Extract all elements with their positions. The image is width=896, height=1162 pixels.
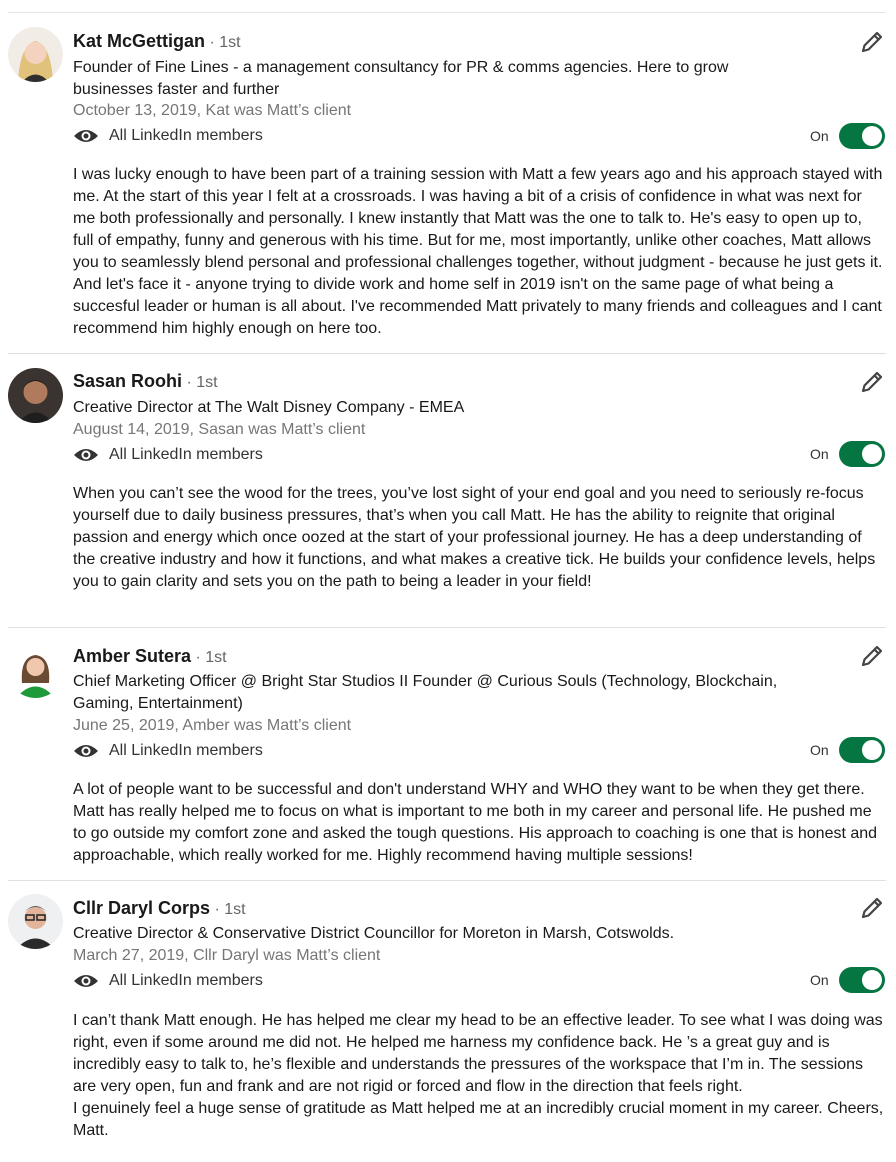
connection-degree: · 1st [186,374,218,391]
recommendation-text: I was lucky enough to have been part of … [73,166,887,337]
member-name[interactable]: Kat McGettigan [73,31,205,51]
visibility-setting: All LinkedIn members [73,969,263,993]
member-headline: Creative Director & Conservative Distric… [73,925,675,942]
member-headline: Founder of Fine Lines - a management con… [73,59,729,98]
member-name[interactable]: Cllr Daryl Corps [73,898,210,918]
recommendation-date: August 14, 2019, Sasan was Matt’s client [73,421,366,438]
toggle-label: On [810,446,829,462]
divider [8,353,886,354]
name-line: Cllr Daryl Corps · 1st [73,898,246,922]
visibility-toggle[interactable] [838,967,885,993]
member-headline: Chief Marketing Officer @ Bright Star St… [73,673,778,712]
avatar[interactable] [8,368,63,423]
visibility-label: All LinkedIn members [109,742,263,759]
visibility-setting: All LinkedIn members [73,443,263,467]
pencil-icon[interactable] [858,28,886,56]
connection-degree: · 1st [195,649,227,666]
eye-icon [74,745,98,757]
recommendation-text: When you can’t see the wood for the tree… [73,485,880,590]
member-headline: Creative Director at The Walt Disney Com… [73,399,465,416]
connection-degree: · 1st [214,901,246,918]
eye-icon [74,130,98,142]
visibility-label: All LinkedIn members [109,446,263,463]
visibility-toggle-group: On [810,965,885,995]
recommendation-date: June 25, 2019, Amber was Matt’s client [73,717,352,734]
pencil-icon[interactable] [858,894,886,922]
visibility-label: All LinkedIn members [109,972,263,989]
visibility-label: All LinkedIn members [109,127,263,144]
visibility-toggle-group: On [810,439,885,469]
toggle-label: On [810,742,829,758]
name-line: Amber Sutera · 1st [73,646,227,670]
avatar[interactable] [8,643,63,698]
recommendation-text: I can’t thank Matt enough. He has helped… [73,1012,884,1139]
connection-degree: · 1st [209,34,241,51]
member-name[interactable]: Sasan Roohi [73,371,182,391]
recommendation-date: October 13, 2019, Kat was Matt’s client [73,102,352,119]
eye-icon [74,975,98,987]
visibility-toggle-group: On [810,735,885,765]
name-line: Sasan Roohi · 1st [73,371,218,395]
member-name[interactable]: Amber Sutera [73,646,191,666]
divider [8,880,886,881]
name-line: Kat McGettigan · 1st [73,31,241,55]
visibility-setting: All LinkedIn members [73,739,263,763]
toggle-label: On [810,972,829,988]
toggle-label: On [810,128,829,144]
visibility-toggle[interactable] [838,441,885,467]
eye-icon [74,449,98,461]
avatar[interactable] [8,27,63,82]
visibility-toggle[interactable] [838,123,885,149]
visibility-toggle[interactable] [838,737,885,763]
avatar[interactable] [8,894,63,949]
top-divider [8,12,886,13]
recommendation-text: A lot of people want to be successful an… [73,781,882,864]
divider [8,627,886,628]
pencil-icon[interactable] [858,642,886,670]
visibility-toggle-group: On [810,121,885,151]
pencil-icon[interactable] [858,368,886,396]
visibility-setting: All LinkedIn members [73,124,263,148]
recommendation-date: March 27, 2019, Cllr Daryl was Matt’s cl… [73,947,381,964]
